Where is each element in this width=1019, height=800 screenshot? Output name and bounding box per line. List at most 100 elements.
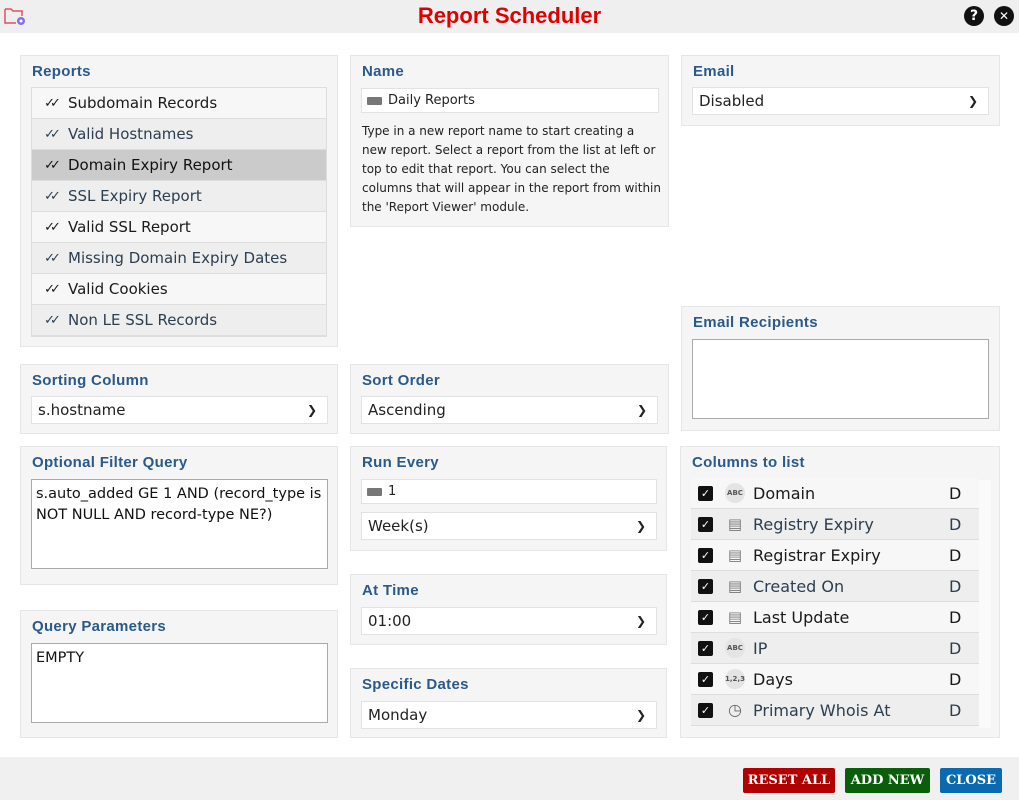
name-help-text: Type in a new report name to start creat… [362, 124, 661, 214]
specific-dates-select[interactable]: Monday ❯ [361, 701, 657, 729]
double-check-icon: ✓✓ [44, 219, 61, 235]
report-item[interactable]: ✓✓ Non LE SSL Records [32, 305, 326, 336]
specific-dates-value: Monday [368, 706, 428, 724]
column-type: D [949, 638, 962, 658]
report-item[interactable]: ✓✓ SSL Expiry Report [32, 181, 326, 212]
report-item-label: Domain Expiry Report [68, 156, 233, 174]
report-item[interactable]: ✓✓ Missing Domain Expiry Dates [32, 243, 326, 274]
filter-textarea[interactable]: s.auto_added GE 1 AND (record_type is NO… [31, 479, 328, 569]
run-every-heading: Run Every [362, 454, 439, 471]
report-item[interactable]: ✓✓ Valid SSL Report [32, 212, 326, 243]
filter-heading: Optional Filter Query [32, 454, 188, 471]
report-item-label: SSL Expiry Report [68, 187, 202, 205]
close-window-button[interactable]: ✕ [994, 6, 1014, 26]
column-name: Registrar Expiry [753, 545, 881, 565]
double-check-icon: ✓✓ [44, 95, 61, 111]
email-recipients-textarea[interactable] [692, 339, 989, 419]
chevron-down-icon: ❯ [306, 403, 317, 417]
double-check-icon: ✓✓ [44, 157, 61, 173]
report-item-label: Valid SSL Report [68, 218, 191, 236]
calendar-icon: ▤ [727, 608, 743, 626]
double-check-icon: ✓✓ [44, 250, 61, 266]
column-type: D [949, 669, 962, 689]
sorting-column-select[interactable]: s.hostname ❯ [31, 396, 328, 424]
help-button[interactable]: ? [964, 6, 984, 26]
column-checkbox[interactable]: ✓ [698, 485, 713, 501]
report-item[interactable]: ✓✓ Domain Expiry Report [32, 150, 326, 181]
column-name: Primary Whois At [753, 700, 891, 720]
calendar-icon: ▤ [727, 577, 743, 595]
columns-list: ✓ ABC Domain D ✓ ▤ Registry Expiry D ✓ ▤ Registrar… [691, 478, 979, 726]
query-params-textarea[interactable]: EMPTY [31, 643, 328, 723]
run-every-input[interactable]: 1 [361, 479, 657, 504]
title-bar: Report Scheduler ? ✕ [0, 0, 1019, 33]
column-name: Registry Expiry [753, 514, 874, 534]
column-checkbox[interactable]: ✓ [698, 671, 713, 687]
column-type: D [949, 514, 962, 534]
double-check-icon: ✓✓ [44, 126, 61, 142]
close-button[interactable]: CLOSE [940, 768, 1002, 793]
sorting-column-value: s.hostname [38, 401, 126, 419]
columns-scrollbar[interactable] [979, 480, 991, 728]
column-checkbox[interactable]: ✓ [698, 516, 713, 532]
run-every-unit-select[interactable]: Week(s) ❯ [361, 512, 657, 540]
reset-all-button[interactable]: RESET ALL [743, 768, 835, 793]
clock-icon: ◷ [728, 700, 742, 719]
report-item[interactable]: ✓✓ Valid Cookies [32, 274, 326, 305]
reports-panel: Reports ✓✓ Subdomain Records ✓✓ Valid Hostn… [20, 55, 338, 347]
at-time-select[interactable]: 01:00 ❯ [361, 607, 657, 635]
specific-dates-heading: Specific Dates [362, 676, 469, 693]
columns-panel: Columns to list ✓ ABC Domain D ✓ ▤ Registry Ex… [680, 446, 1000, 738]
column-checkbox[interactable]: ✓ [698, 547, 713, 563]
run-every-unit-value: Week(s) [368, 517, 429, 535]
email-panel: Email Disabled ❯ [681, 55, 1000, 126]
footer: RESET ALL ADD NEW CLOSE [0, 757, 1019, 800]
column-row: ✓ ▤ Registrar Expiry D [691, 540, 979, 571]
email-recipients-heading: Email Recipients [693, 314, 818, 331]
at-time-panel: At Time 01:00 ❯ [350, 574, 667, 645]
column-row: ✓ ◷ Primary Whois At D [691, 695, 979, 726]
filter-panel: Optional Filter Query s.auto_added GE 1 … [20, 446, 338, 585]
column-row: ✓ ▤ Registry Expiry D [691, 509, 979, 540]
query-params-panel: Query Parameters EMPTY [20, 610, 338, 738]
sort-order-heading: Sort Order [362, 372, 441, 389]
add-new-button[interactable]: ADD NEW [845, 768, 930, 793]
column-type: D [949, 483, 962, 503]
column-checkbox[interactable]: ✓ [698, 640, 713, 656]
report-item[interactable]: ✓✓ Subdomain Records [32, 88, 326, 119]
name-input[interactable]: Daily Reports [361, 88, 659, 113]
at-time-heading: At Time [362, 582, 419, 599]
email-select[interactable]: Disabled ❯ [692, 87, 989, 115]
column-checkbox[interactable]: ✓ [698, 578, 713, 594]
column-name: Last Update [753, 607, 850, 627]
report-item-label: Non LE SSL Records [68, 311, 218, 329]
query-params-heading: Query Parameters [32, 618, 167, 635]
column-row: ✓ ▤ Created On D [691, 571, 979, 602]
chevron-down-icon: ❯ [635, 708, 646, 722]
column-checkbox[interactable]: ✓ [698, 702, 713, 718]
report-item-label: Valid Cookies [68, 280, 168, 298]
calendar-icon: ▤ [727, 546, 743, 564]
column-name: Domain [753, 483, 816, 503]
specific-dates-panel: Specific Dates Monday ❯ [350, 668, 667, 738]
sort-order-panel: Sort Order Ascending ❯ [350, 364, 669, 434]
report-item[interactable]: ✓✓ Valid Hostnames [32, 119, 326, 150]
column-type: D [949, 607, 962, 627]
chevron-down-icon: ❯ [635, 519, 646, 533]
sort-order-select[interactable]: Ascending ❯ [361, 396, 658, 424]
column-type: D [949, 700, 962, 720]
abc-icon: ABC [725, 483, 745, 503]
report-item-label: Valid Hostnames [68, 125, 194, 143]
run-every-panel: Run Every 1 Week(s) ❯ [350, 446, 667, 551]
keyboard-icon [367, 488, 382, 496]
name-value: Daily Reports [388, 93, 475, 108]
chevron-down-icon: ❯ [636, 403, 647, 417]
column-name: Created On [753, 576, 845, 596]
reports-heading: Reports [32, 63, 91, 80]
double-check-icon: ✓✓ [44, 188, 61, 204]
window-title: Report Scheduler [417, 3, 602, 28]
email-heading: Email [693, 63, 735, 80]
keyboard-icon [367, 97, 382, 105]
column-checkbox[interactable]: ✓ [698, 609, 713, 625]
column-type: D [949, 576, 962, 596]
